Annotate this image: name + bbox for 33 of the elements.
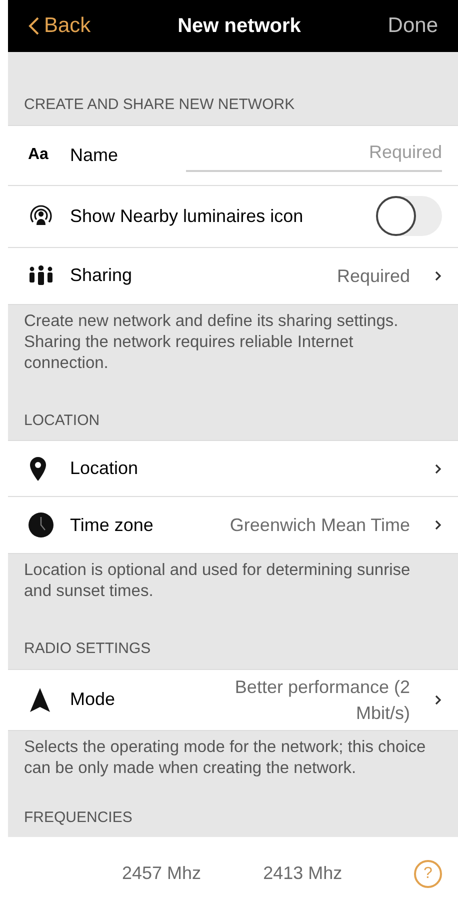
chevron-right-icon [434, 694, 442, 706]
row-value: Required [336, 264, 410, 288]
frequency-value: 2457 Mhz [122, 862, 202, 885]
back-chevron-icon [28, 16, 40, 36]
toggle-switch[interactable] [376, 196, 442, 236]
window-title: New network [178, 14, 301, 39]
chevron-right-icon [434, 270, 442, 282]
done-button[interactable]: Done [388, 10, 438, 42]
section-footer: Location is optional and used for determining sunrise and sunset times. [8, 554, 458, 616]
row-value: Greenwich Mean Time [230, 514, 410, 537]
name-input-field[interactable]: Required [186, 138, 442, 172]
row-label: Mode [70, 688, 116, 711]
section-header: FREQUENCIES [23, 808, 134, 828]
row-label: Show Nearby luminaires icon [70, 204, 304, 228]
row-label: Sharing [70, 264, 132, 287]
section-header: LOCATION [23, 410, 101, 430]
chevron-right-icon [434, 462, 442, 474]
chevron-right-icon [434, 519, 442, 531]
font-icon: Aa [28, 143, 48, 167]
people-icon [28, 264, 54, 286]
row-label: Time zone [70, 514, 154, 536]
row-value: Better performance (2 Mbit/s) [234, 676, 410, 725]
section-footer: Create new network and define its sharing settings. Sharing the network requires reliable Internet connection. [8, 304, 458, 388]
clock-icon [28, 512, 54, 538]
row-label: Location [70, 457, 138, 480]
navigation-arrow-icon [28, 686, 52, 712]
back-button[interactable]: Back [28, 10, 91, 42]
section-header: CREATE AND SHARE NEW NETWORK [23, 95, 296, 115]
map-pin-icon [28, 456, 48, 482]
row-label: Name [70, 144, 118, 166]
section-header: RADIO SETTINGS [23, 639, 152, 659]
frequency-value: 2413 Mhz [263, 862, 342, 885]
section-footer: Selects the operating mode for the network; this choice can be only made when creating the network. [8, 730, 458, 792]
